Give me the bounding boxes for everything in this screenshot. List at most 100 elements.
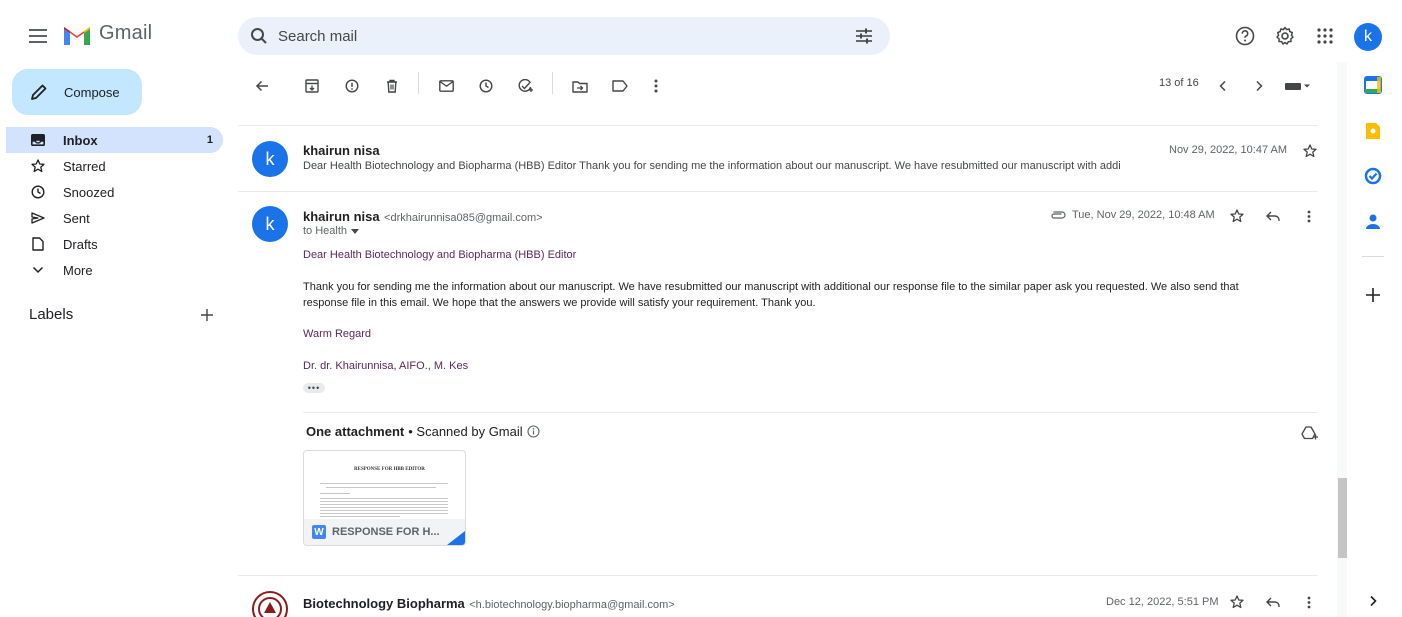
more-actions-button[interactable] [644,74,668,98]
reply-button[interactable] [1262,591,1284,613]
sender-name[interactable]: Biotechnology Biopharma [303,596,465,611]
star-button[interactable] [1226,205,1248,227]
thumbnail-line [320,501,448,502]
show-side-panel-button[interactable] [1362,590,1384,612]
show-trimmed-button[interactable]: ••• [303,383,325,393]
apps-grid-icon [1317,28,1333,44]
sidebar-item-drafts[interactable]: Drafts [6,231,223,257]
search-bar[interactable] [238,17,890,55]
sender-line: khairun nisa <drkhairunnisa085@gmail.com… [303,208,543,226]
message-more-button[interactable] [1298,591,1320,613]
input-tools-button[interactable] [1283,74,1313,98]
mark-unread-button[interactable] [434,74,458,98]
scan-status: • Scanned by Gmail [408,424,523,439]
sidebar-item-label: Inbox [63,132,98,148]
chevron-left-icon [1219,80,1226,92]
sender-avatar[interactable]: k [252,206,288,242]
sender-name: khairun nisa [303,143,380,158]
tune-icon [856,28,872,44]
sidebar-item-sent[interactable]: Sent [6,205,223,231]
main-menu-button[interactable] [24,24,52,48]
attachment-count: One attachment [306,424,405,439]
keep-app-button[interactable] [1362,120,1384,142]
message-view: 13 of 16 k khairun nisa Dear Health Biot… [238,62,1347,617]
star-button[interactable] [1299,140,1321,162]
message-date: Nov 29, 2022, 10:47 AM [1169,144,1288,156]
attachment-footer: W RESPONSE FOR H... [304,519,465,545]
sender-name[interactable]: khairun nisa [303,209,380,224]
thumbnail-line [320,510,448,511]
hamburger-icon [29,29,47,43]
get-addons-button[interactable] [1362,284,1384,306]
clock-icon [479,79,493,93]
create-label-button[interactable] [198,306,216,324]
calendar-app-button[interactable] [1362,74,1384,96]
sidebar-item-starred[interactable]: Starred [6,153,223,179]
apps-button[interactable] [1313,24,1337,48]
info-icon[interactable] [527,425,540,438]
message-snippet: Dear Health Biotechnology and Biopharma … [303,160,1121,172]
settings-button[interactable] [1273,24,1297,48]
add-task-icon [518,79,533,92]
thumbnail-title: RESPONSE FOR HBB EDITOR [354,467,425,472]
thumbnail-line [320,507,448,508]
sidebar-item-inbox[interactable]: Inbox 1 [6,127,223,153]
delete-button[interactable] [380,74,404,98]
chevron-down-icon [30,262,46,278]
add-to-tasks-button[interactable] [514,74,538,98]
attachments-header: One attachment • Scanned by Gmail [306,424,540,439]
tasks-app-button[interactable] [1362,165,1384,187]
snooze-button[interactable] [474,74,498,98]
trash-icon [387,79,397,93]
attachment-card[interactable]: RESPONSE FOR HBB EDITOR W RESPONSE FOR H… [303,450,466,546]
message-closing: Warm Regard [303,328,372,340]
sender-email: <h.biotechnology.biopharma@gmail.com> [469,599,675,611]
account-avatar[interactable]: k [1354,23,1382,51]
gmail-logo[interactable]: Gmail [62,22,152,45]
app-name: Gmail [99,22,153,44]
attachment-name: RESPONSE FOR H... [332,526,440,538]
send-icon [30,210,46,226]
tasks-icon [1364,167,1382,185]
help-button[interactable] [1233,24,1257,48]
recipients-toggle[interactable]: to Health [303,225,360,237]
search-icon[interactable] [250,27,268,45]
add-to-drive-button[interactable] [1299,422,1321,444]
compose-button[interactable]: Compose [12,69,142,115]
help-icon [1235,26,1255,46]
draft-icon [30,236,46,252]
thumbnail-line [320,483,448,484]
collapsed-message[interactable]: k khairun nisa Dear Health Biotechnology… [238,126,1318,190]
label-icon [612,80,628,92]
search-options-button[interactable] [850,22,878,50]
reply-button[interactable] [1262,205,1284,227]
rail-divider [1362,256,1384,257]
sidebar-item-snoozed[interactable]: Snoozed [6,179,223,205]
newer-button[interactable] [1211,74,1235,98]
calendar-icon [1364,76,1382,94]
contacts-app-button[interactable] [1362,211,1384,233]
sender-avatar[interactable] [252,591,288,617]
chevron-right-icon [1256,80,1263,92]
recipients-text: to Health [303,225,348,237]
message-more-button[interactable] [1298,205,1320,227]
search-input[interactable] [278,27,850,45]
mail-icon [438,80,454,92]
thumbnail-line [320,516,400,517]
scrollbar-thumb[interactable] [1338,478,1347,558]
sender-line: Biotechnology Biopharma <h.biotechnology… [303,595,675,613]
star-button[interactable] [1226,591,1248,613]
thumbnail-line [320,493,350,494]
plus-icon [201,309,213,321]
labels-heading: Labels [29,306,74,323]
archive-button[interactable] [300,74,324,98]
back-button[interactable] [250,74,274,98]
older-button[interactable] [1247,74,1271,98]
move-to-button[interactable] [568,74,592,98]
sidebar-item-label: Drafts [63,236,98,252]
report-spam-button[interactable] [340,74,364,98]
sidebar-item-more[interactable]: More [6,257,223,283]
labels-button[interactable] [608,74,632,98]
message-signature: Dr. dr. Khairunnisa, AIFO., M. Kes [303,360,469,372]
message-date: Dec 12, 2022, 5:51 PM [1106,596,1219,608]
